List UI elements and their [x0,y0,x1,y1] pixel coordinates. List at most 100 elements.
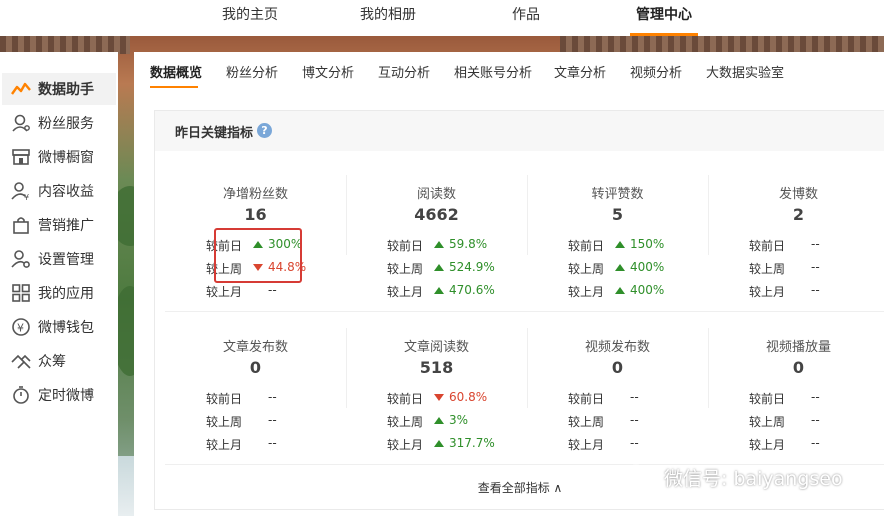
sidebar: 数据助手 粉丝服务 微博橱窗 ¥ 内容收益 营销推广 设置管理 我的应用 ¥ 微… [0,52,118,516]
metric-label: 文章阅读数 [403,340,469,355]
tab-active-indicator [150,86,198,88]
comparison-label: 较上月 [749,285,786,299]
sidebar-item-scheduled-weibo[interactable]: 定时微博 [2,379,116,411]
nav-works[interactable]: 作品 [504,0,548,36]
metric-value: 0 [611,358,624,377]
comparison-label: 较上周 [568,262,605,276]
metric-label: 文章发布数 [222,340,288,355]
comparison-label: 较前日 [749,392,786,406]
nav-my-album[interactable]: 我的相册 [354,0,422,36]
sidebar-item-weibo-wallet[interactable]: ¥ 微博钱包 [2,311,116,343]
comparison-label: 较上月 [387,438,424,452]
comparison-row: 较上月 317.7% [387,436,527,452]
comparison-row: 较上月 400% [568,283,708,299]
wechat-icon [623,464,657,489]
comparison-row: 较上月 -- [206,436,346,452]
key-metrics-card: 昨日关键指标 ? 净增粉丝数 16 较前日 300% 较上周 44.8% 较上月 -- 阅读数 4… [154,110,884,510]
comparison-label: 较上周 [387,262,424,276]
comparison-label: 较上周 [568,415,605,429]
tab-interaction-analysis[interactable]: 互动分析 [378,62,430,81]
sidebar-item-label: 微博钱包 [38,320,94,336]
comparison-value: 59.8% [449,237,488,251]
sidebar-item-label: 我的应用 [38,286,94,302]
comparison-value: -- [811,436,820,450]
sidebar-item-fan-service[interactable]: 粉丝服务 [2,107,116,139]
tab-big-data-lab[interactable]: 大数据实验室 [706,62,784,81]
arrow-up-icon [434,264,444,271]
tab-fan-analysis[interactable]: 粉丝分析 [226,62,278,81]
tab-data-overview[interactable]: 数据概览 [150,62,202,81]
comparison-value: 470.6% [449,283,495,297]
comparison-label: 较上月 [206,285,243,299]
metric-label: 视频播放量 [765,340,831,355]
arrow-up-icon [434,417,444,424]
sidebar-item-label: 众筹 [38,354,66,370]
wechat-watermark: 微信号: baiyangseo [622,460,862,494]
comparison-value: -- [811,390,820,404]
metric-label: 净增粉丝数 [222,187,288,202]
help-icon[interactable]: ? [257,123,272,138]
sidebar-item-data-assistant[interactable]: 数据助手 [2,73,116,105]
metric-value: 5 [611,205,624,224]
metric-label: 转评赞数 [591,187,644,202]
column-divider [708,175,709,255]
nav-my-homepage[interactable]: 我的主页 [216,0,284,36]
comparison-label: 较上周 [206,415,243,429]
comparison-value: -- [268,436,277,450]
metric-label: 视频发布数 [584,340,650,355]
comparison-label: 较前日 [387,239,424,253]
comparison-label: 较上月 [568,285,605,299]
comparison-label: 较上月 [387,285,424,299]
sidebar-item-label: 内容收益 [38,184,94,200]
sidebar-item-marketing[interactable]: 营销推广 [2,209,116,241]
sidebar-item-label: 营销推广 [38,218,94,234]
tab-article-analysis[interactable]: 文章分析 [554,62,606,81]
storefront-icon [10,146,32,168]
arrow-up-icon [434,241,444,248]
arrow-down-icon [434,394,444,401]
top-navigation: 我的主页 我的相册 作品 管理中心 [0,0,884,36]
arrow-up-icon [434,287,444,294]
metric-value: 2 [792,205,805,224]
tab-post-analysis[interactable]: 博文分析 [302,62,354,81]
metric-value: 16 [244,205,267,224]
comparison-label: 较前日 [749,239,786,253]
svg-text:¥: ¥ [24,193,29,201]
tab-video-analysis[interactable]: 视频分析 [630,62,682,81]
metric-label: 发博数 [778,187,818,202]
sidebar-item-content-earnings[interactable]: ¥ 内容收益 [2,175,116,207]
comparison-value: 317.7% [449,436,495,450]
sidebar-item-settings[interactable]: 设置管理 [2,243,116,275]
trend-line-icon [10,78,32,100]
nav-management-center[interactable]: 管理中心 [630,0,698,36]
card-title: 昨日关键指标 [175,126,254,141]
comparison-row: 较上周 -- [749,260,884,276]
column-divider [346,175,347,255]
comparison-row: 较前日 -- [568,390,708,406]
comparison-row: 较前日 60.8% [387,390,527,406]
comparison-value: -- [630,390,639,404]
comparison-row: 较上周 524.9% [387,260,527,276]
comparison-label: 较前日 [568,239,605,253]
metric-label: 阅读数 [416,187,456,202]
sidebar-item-crowdfunding[interactable]: 众筹 [2,345,116,377]
row-divider [165,311,884,312]
comparison-value: 150% [630,237,665,251]
comparison-row: 较上月 -- [749,436,884,452]
arrow-up-icon [615,241,625,248]
stopwatch-icon [10,384,32,406]
sidebar-item-my-apps[interactable]: 我的应用 [2,277,116,309]
arrow-up-icon [434,440,444,447]
sidebar-item-label: 设置管理 [38,252,94,268]
comparison-row: 较上周 -- [568,413,708,429]
comparison-row: 较前日 59.8% [387,237,527,253]
person-yuan-icon: ¥ [10,180,32,202]
comparison-value: -- [630,436,639,450]
sidebar-item-weibo-showcase[interactable]: 微博橱窗 [2,141,116,173]
tab-related-accounts[interactable]: 相关账号分析 [454,62,532,81]
comparison-row: 较上周 -- [749,413,884,429]
comparison-value: 400% [630,283,665,297]
comparison-label: 较上月 [749,438,786,452]
arrow-up-icon [615,287,625,294]
comparison-row: 较上月 -- [206,283,346,299]
